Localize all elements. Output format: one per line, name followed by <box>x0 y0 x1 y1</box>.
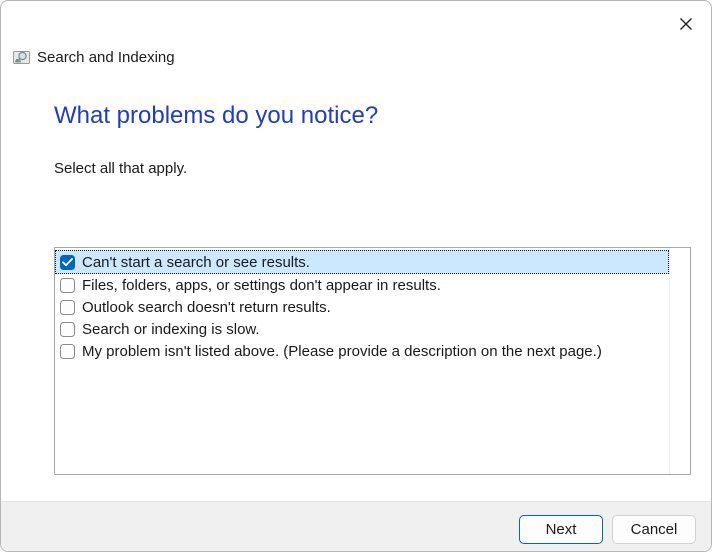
list-item-label: Can't start a search or see results. <box>82 254 310 271</box>
list-item-label: Files, folders, apps, or settings don't … <box>82 277 441 294</box>
problem-list: Can't start a search or see results. Fil… <box>55 248 669 474</box>
next-button[interactable]: Next <box>519 515 603 544</box>
checkbox[interactable] <box>60 255 75 270</box>
instruction-text: Select all that apply. <box>54 160 187 177</box>
scrollbar-track <box>669 248 690 474</box>
checkbox[interactable] <box>60 300 75 315</box>
search-and-indexing-icon <box>13 50 30 66</box>
list-item[interactable]: Files, folders, apps, or settings don't … <box>55 274 669 296</box>
page-title: What problems do you notice? <box>54 102 378 130</box>
footer-bar: Next Cancel <box>1 501 711 551</box>
titlebar: Search and Indexing <box>13 49 175 66</box>
list-item-label: My problem isn't listed above. (Please p… <box>82 343 602 360</box>
list-item[interactable]: My problem isn't listed above. (Please p… <box>55 340 669 362</box>
checkbox[interactable] <box>60 344 75 359</box>
list-item[interactable]: Outlook search doesn't return results. <box>55 296 669 318</box>
close-button[interactable] <box>669 9 703 39</box>
checkbox[interactable] <box>60 322 75 337</box>
problem-listbox: Can't start a search or see results. Fil… <box>54 247 691 475</box>
window-title: Search and Indexing <box>37 49 175 66</box>
close-icon <box>679 17 693 31</box>
list-item[interactable]: Search or indexing is slow. <box>55 318 669 340</box>
cancel-button[interactable]: Cancel <box>612 515 696 544</box>
list-item-label: Search or indexing is slow. <box>82 321 260 338</box>
checkbox[interactable] <box>60 278 75 293</box>
list-item-label: Outlook search doesn't return results. <box>82 299 331 316</box>
list-item[interactable]: Can't start a search or see results. <box>55 250 669 274</box>
troubleshooter-window: Search and Indexing What problems do you… <box>0 0 712 552</box>
